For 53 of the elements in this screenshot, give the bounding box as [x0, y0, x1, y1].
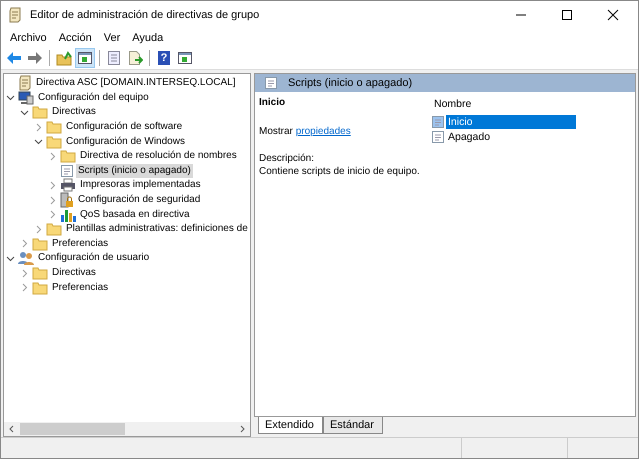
menu-item[interactable]: Ver [98, 32, 126, 44]
app-icon [8, 7, 22, 23]
description-label: Descripción: [259, 152, 316, 165]
menu-item[interactable]: Acción [52, 32, 98, 44]
tree-item[interactable]: Impresoras implementadas [78, 178, 203, 192]
menu-item[interactable]: Archivo [4, 32, 53, 44]
tree-item[interactable]: Plantillas administrativas: definiciones de [64, 222, 250, 236]
tree-item[interactable]: Directivas [50, 105, 98, 120]
folder-icon [32, 266, 48, 280]
help-button[interactable]: ? [154, 48, 174, 68]
horizontal-scrollbar[interactable] [4, 422, 250, 436]
window-title: Editor de administración de directivas de grupo [30, 9, 260, 21]
script-icon [60, 164, 74, 178]
description-text: Contiene scripts de inicio de equipo. [259, 165, 421, 178]
folder-icon [46, 222, 62, 236]
list-item[interactable]: Apagado [446, 130, 576, 144]
properties-link[interactable]: propiedades [296, 126, 351, 137]
tree-item[interactable]: Directiva ASC [DOMAIN.INTERSEQ.LOCAL] [34, 76, 238, 90]
tree-item[interactable]: Preferencias [50, 236, 110, 251]
folder-icon [60, 149, 76, 164]
column-header[interactable]: Nombre [431, 96, 576, 112]
folder-icon [32, 105, 48, 120]
menu-item[interactable]: Ayuda [126, 32, 170, 44]
printer-icon [60, 178, 76, 192]
folder-icon [46, 134, 62, 149]
show-label: Mostrar [259, 126, 293, 137]
tree-item[interactable]: Configuración del equipo [36, 90, 151, 105]
script-icon [431, 130, 445, 144]
tree-item[interactable]: QoS basada en directiva [78, 208, 192, 222]
toolbar-button[interactable] [75, 48, 95, 68]
tree-item[interactable]: Configuración de software [64, 120, 184, 134]
folder-icon [32, 236, 48, 251]
list-item[interactable]: Inicio [446, 114, 576, 128]
users-icon [18, 251, 34, 266]
tree-item[interactable]: Configuración de seguridad [76, 193, 202, 208]
pane-title: Scripts (inicio o apagado) [288, 77, 412, 89]
tree-item[interactable]: Preferencias [50, 280, 110, 295]
tree-item[interactable]: Configuración de Windows [64, 134, 187, 149]
scroll-thumb[interactable] [20, 423, 125, 435]
view-tab[interactable]: Extendido [258, 417, 323, 434]
tree-item[interactable]: Directiva de resolución de nombres [78, 149, 239, 164]
scroll-icon [18, 75, 32, 92]
server-lock-icon [60, 192, 74, 208]
bar-chart-icon [60, 208, 76, 222]
folder-icon [46, 120, 62, 134]
tree-item[interactable]: Scripts (inicio o apagado) [76, 164, 193, 178]
computer-icon [18, 90, 34, 105]
item-title: Inicio [259, 96, 286, 109]
tree-item[interactable]: Directivas [50, 266, 98, 280]
script-icon [431, 114, 445, 128]
view-tab[interactable]: Estándar [322, 417, 383, 434]
folder-icon [32, 280, 48, 295]
tree-item[interactable]: Configuración de usuario [36, 251, 152, 266]
